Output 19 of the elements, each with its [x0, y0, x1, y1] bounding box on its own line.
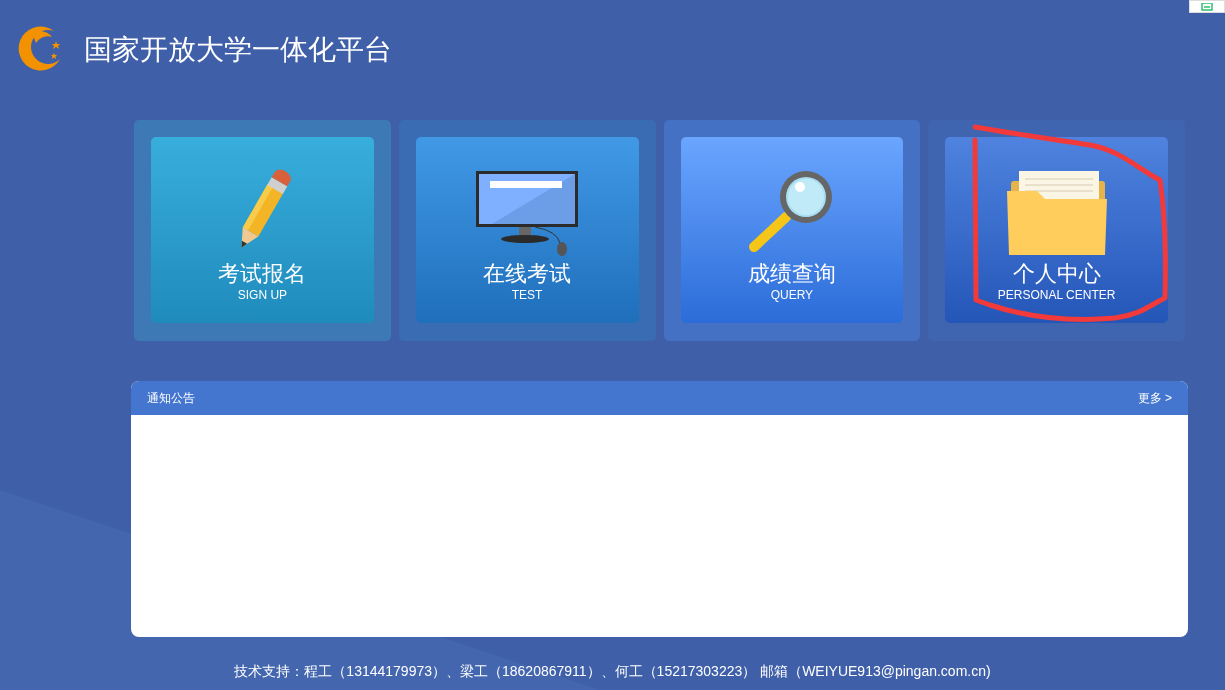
tile-title: 成绩查询	[747, 261, 836, 287]
tile-subtitle: PERSONAL CENTER	[997, 287, 1116, 303]
tile-title: 个人中心	[1012, 261, 1101, 287]
menu-tile[interactable]: 个人中心 PERSONAL CENTER	[945, 137, 1168, 323]
menu-tile[interactable]: 考试报名 SIGN UP	[151, 137, 374, 323]
support-info: 技术支持：程工（13144179973）、梁工（18620867911）、何工（15217303223） 邮箱（WEIYUE913@pingan.com.cn)	[233, 663, 992, 681]
tile-subtitle: QUERY	[770, 287, 814, 303]
tile-title: 在线考试	[483, 261, 572, 287]
tile-subtitle: TEST	[511, 287, 543, 303]
more-link[interactable]: 更多 >	[1137, 389, 1172, 407]
menu-tile[interactable]: 在线考试 TEST	[415, 137, 639, 323]
menu-tile[interactable]: 成绩查询 QUERY	[680, 137, 904, 323]
site-title: 国家开放大学一体化平台	[84, 33, 392, 67]
tile-subtitle: SIGN UP	[237, 287, 288, 303]
panel-icon	[1201, 2, 1213, 11]
tile-title: 考试报名	[218, 261, 307, 287]
folder-icon	[1004, 171, 1109, 257]
corner-widget[interactable]	[1189, 0, 1225, 13]
notice-title: 通知公告	[147, 389, 195, 407]
